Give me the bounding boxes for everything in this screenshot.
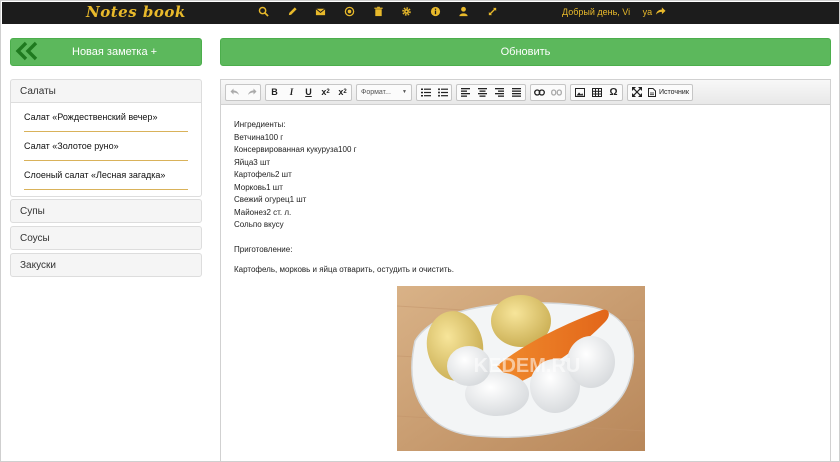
text-line: Ветчина100 г — [234, 132, 284, 142]
username[interactable]: ya — [643, 7, 653, 17]
dropdown-arrow-icon: ▼ — [402, 89, 407, 95]
envelope-icon[interactable] — [314, 6, 326, 18]
info-icon[interactable] — [429, 6, 441, 18]
share-arrow-icon[interactable] — [655, 6, 666, 16]
align-justify-icon[interactable] — [508, 85, 525, 100]
note-item[interactable]: Слоеный салат «Лесная загадка» — [24, 161, 188, 190]
text-style-group: B I U x2 x2 — [265, 83, 352, 101]
text-line: Майонез2 ст. л. — [234, 207, 292, 217]
align-group — [456, 83, 526, 101]
text-line: Приготовление: — [234, 244, 293, 254]
new-note-button[interactable]: Новая заметка + — [10, 38, 202, 66]
align-right-icon[interactable] — [491, 85, 508, 100]
greeting-text: Добрый день, Vi — [562, 7, 631, 17]
category-label: Салаты — [20, 85, 56, 97]
superscript-icon[interactable]: x2 — [334, 85, 351, 100]
source-icon — [648, 87, 656, 97]
note-item[interactable]: Салат «Рождественский вечер» — [24, 103, 188, 132]
new-note-label: Новая заметка + — [72, 46, 158, 58]
text-line: Свежий огурец1 шт — [234, 195, 307, 204]
table-icon[interactable] — [588, 85, 605, 100]
resize-icon[interactable] — [486, 6, 498, 18]
search-icon[interactable] — [257, 6, 269, 18]
format-dropdown-value: Формат... — [361, 88, 391, 96]
username-link[interactable]: ya — [643, 7, 666, 17]
underline-icon[interactable]: U — [300, 85, 317, 100]
link-icon[interactable] — [531, 85, 548, 100]
subscript-icon[interactable]: x2 — [317, 85, 334, 100]
category-soups[interactable]: Супы — [10, 199, 202, 223]
category-label: Закуски — [20, 259, 56, 271]
note-item[interactable]: Салат «Золотое руно» — [24, 132, 188, 161]
link-group — [530, 83, 566, 101]
notes-list: Салат «Рождественский вечер» Салат «Золо… — [10, 103, 202, 197]
photo-watermark: KEDEM.RU — [474, 355, 581, 377]
format-dropdown[interactable]: Формат... ▼ — [356, 83, 412, 101]
app-logo[interactable]: Notes book — [86, 3, 186, 21]
list-group — [416, 83, 452, 101]
bullet-list-icon[interactable] — [434, 85, 451, 100]
user-icon[interactable] — [457, 6, 469, 18]
maximize-icon[interactable] — [628, 85, 645, 100]
text-line: Ингредиенты: — [234, 120, 286, 129]
editor-toolbar: B I U x2 x2 Формат... ▼ Ω Источник — [221, 80, 830, 105]
category-label: Супы — [20, 205, 45, 217]
history-group — [225, 83, 261, 101]
record-icon[interactable] — [343, 6, 355, 18]
collapse-chevrons-icon[interactable] — [14, 41, 44, 64]
italic-icon[interactable]: I — [283, 85, 300, 100]
category-salads[interactable]: Салаты — [10, 79, 202, 103]
note-title: Салат «Золотое руно» — [24, 141, 119, 151]
rich-text-editor: B I U x2 x2 Формат... ▼ Ω Источник Ингре… — [220, 79, 831, 461]
category-sidebar: Салаты Салат «Рождественский вечер» Сала… — [10, 79, 202, 280]
numbered-list-icon[interactable] — [417, 85, 434, 100]
trash-icon[interactable] — [372, 6, 384, 18]
source-button[interactable]: Источник — [645, 85, 692, 100]
recipe-photo[interactable]: KEDEM.RU — [397, 286, 645, 451]
text-line: Картофель2 шт — [234, 170, 292, 179]
pencil-icon[interactable] — [286, 6, 298, 18]
align-left-icon[interactable] — [457, 85, 474, 100]
image-icon[interactable] — [571, 85, 588, 100]
special-char-icon[interactable]: Ω — [605, 85, 622, 100]
text-line: Яйца3 шт — [234, 157, 271, 167]
text-line: Консервированная кукуруза100 г — [234, 145, 357, 154]
undo-icon[interactable] — [226, 85, 243, 100]
text-line: Сольпо вкусу — [234, 220, 284, 229]
category-label: Соусы — [20, 232, 50, 244]
bold-icon[interactable]: B — [266, 85, 283, 100]
refresh-button[interactable]: Обновить — [220, 38, 831, 66]
text-line: Картофель, морковь и яйца отварить, осту… — [234, 265, 454, 274]
redo-icon[interactable] — [243, 85, 260, 100]
app-frame: Notes book Добрый день, Vi ya Новая заме… — [0, 0, 840, 462]
source-label: Источник — [659, 88, 689, 96]
category-sauces[interactable]: Соусы — [10, 226, 202, 250]
refresh-label: Обновить — [500, 46, 551, 58]
view-group: Источник — [627, 83, 693, 101]
align-center-icon[interactable] — [474, 85, 491, 100]
unlink-icon[interactable] — [548, 85, 565, 100]
cog-icon[interactable] — [400, 6, 412, 18]
editor-content[interactable]: Ингредиенты: Ветчина100 г Консервированн… — [221, 105, 830, 291]
greeting: Добрый день, Vi ya — [562, 6, 666, 17]
note-title: Слоеный салат «Лесная загадка» — [24, 170, 166, 180]
note-title: Салат «Рождественский вечер» — [24, 112, 158, 122]
category-snacks[interactable]: Закуски — [10, 253, 202, 277]
top-navbar: Notes book Добрый день, Vi ya — [2, 2, 839, 24]
text-line: Морковь1 шт — [234, 182, 283, 192]
insert-group: Ω — [570, 83, 623, 101]
